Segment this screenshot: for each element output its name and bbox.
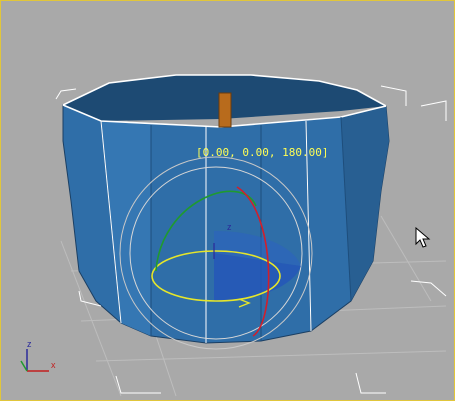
world-axis-x-label: x (51, 360, 56, 370)
gizmo-rotation-readout: [0.00, 0.00, 180.00] (196, 146, 329, 159)
pivot-marker (218, 92, 232, 128)
arrow-cursor-icon (415, 227, 431, 248)
world-axis-z-label: z (27, 339, 32, 349)
perspective-viewport[interactable]: [0.00, 0.00, 180.00] z z x (0, 0, 455, 401)
gizmo-z-axis-label: z (227, 222, 232, 232)
world-axis-tripod-icon (20, 349, 49, 372)
viewport-canvas[interactable] (1, 1, 454, 400)
